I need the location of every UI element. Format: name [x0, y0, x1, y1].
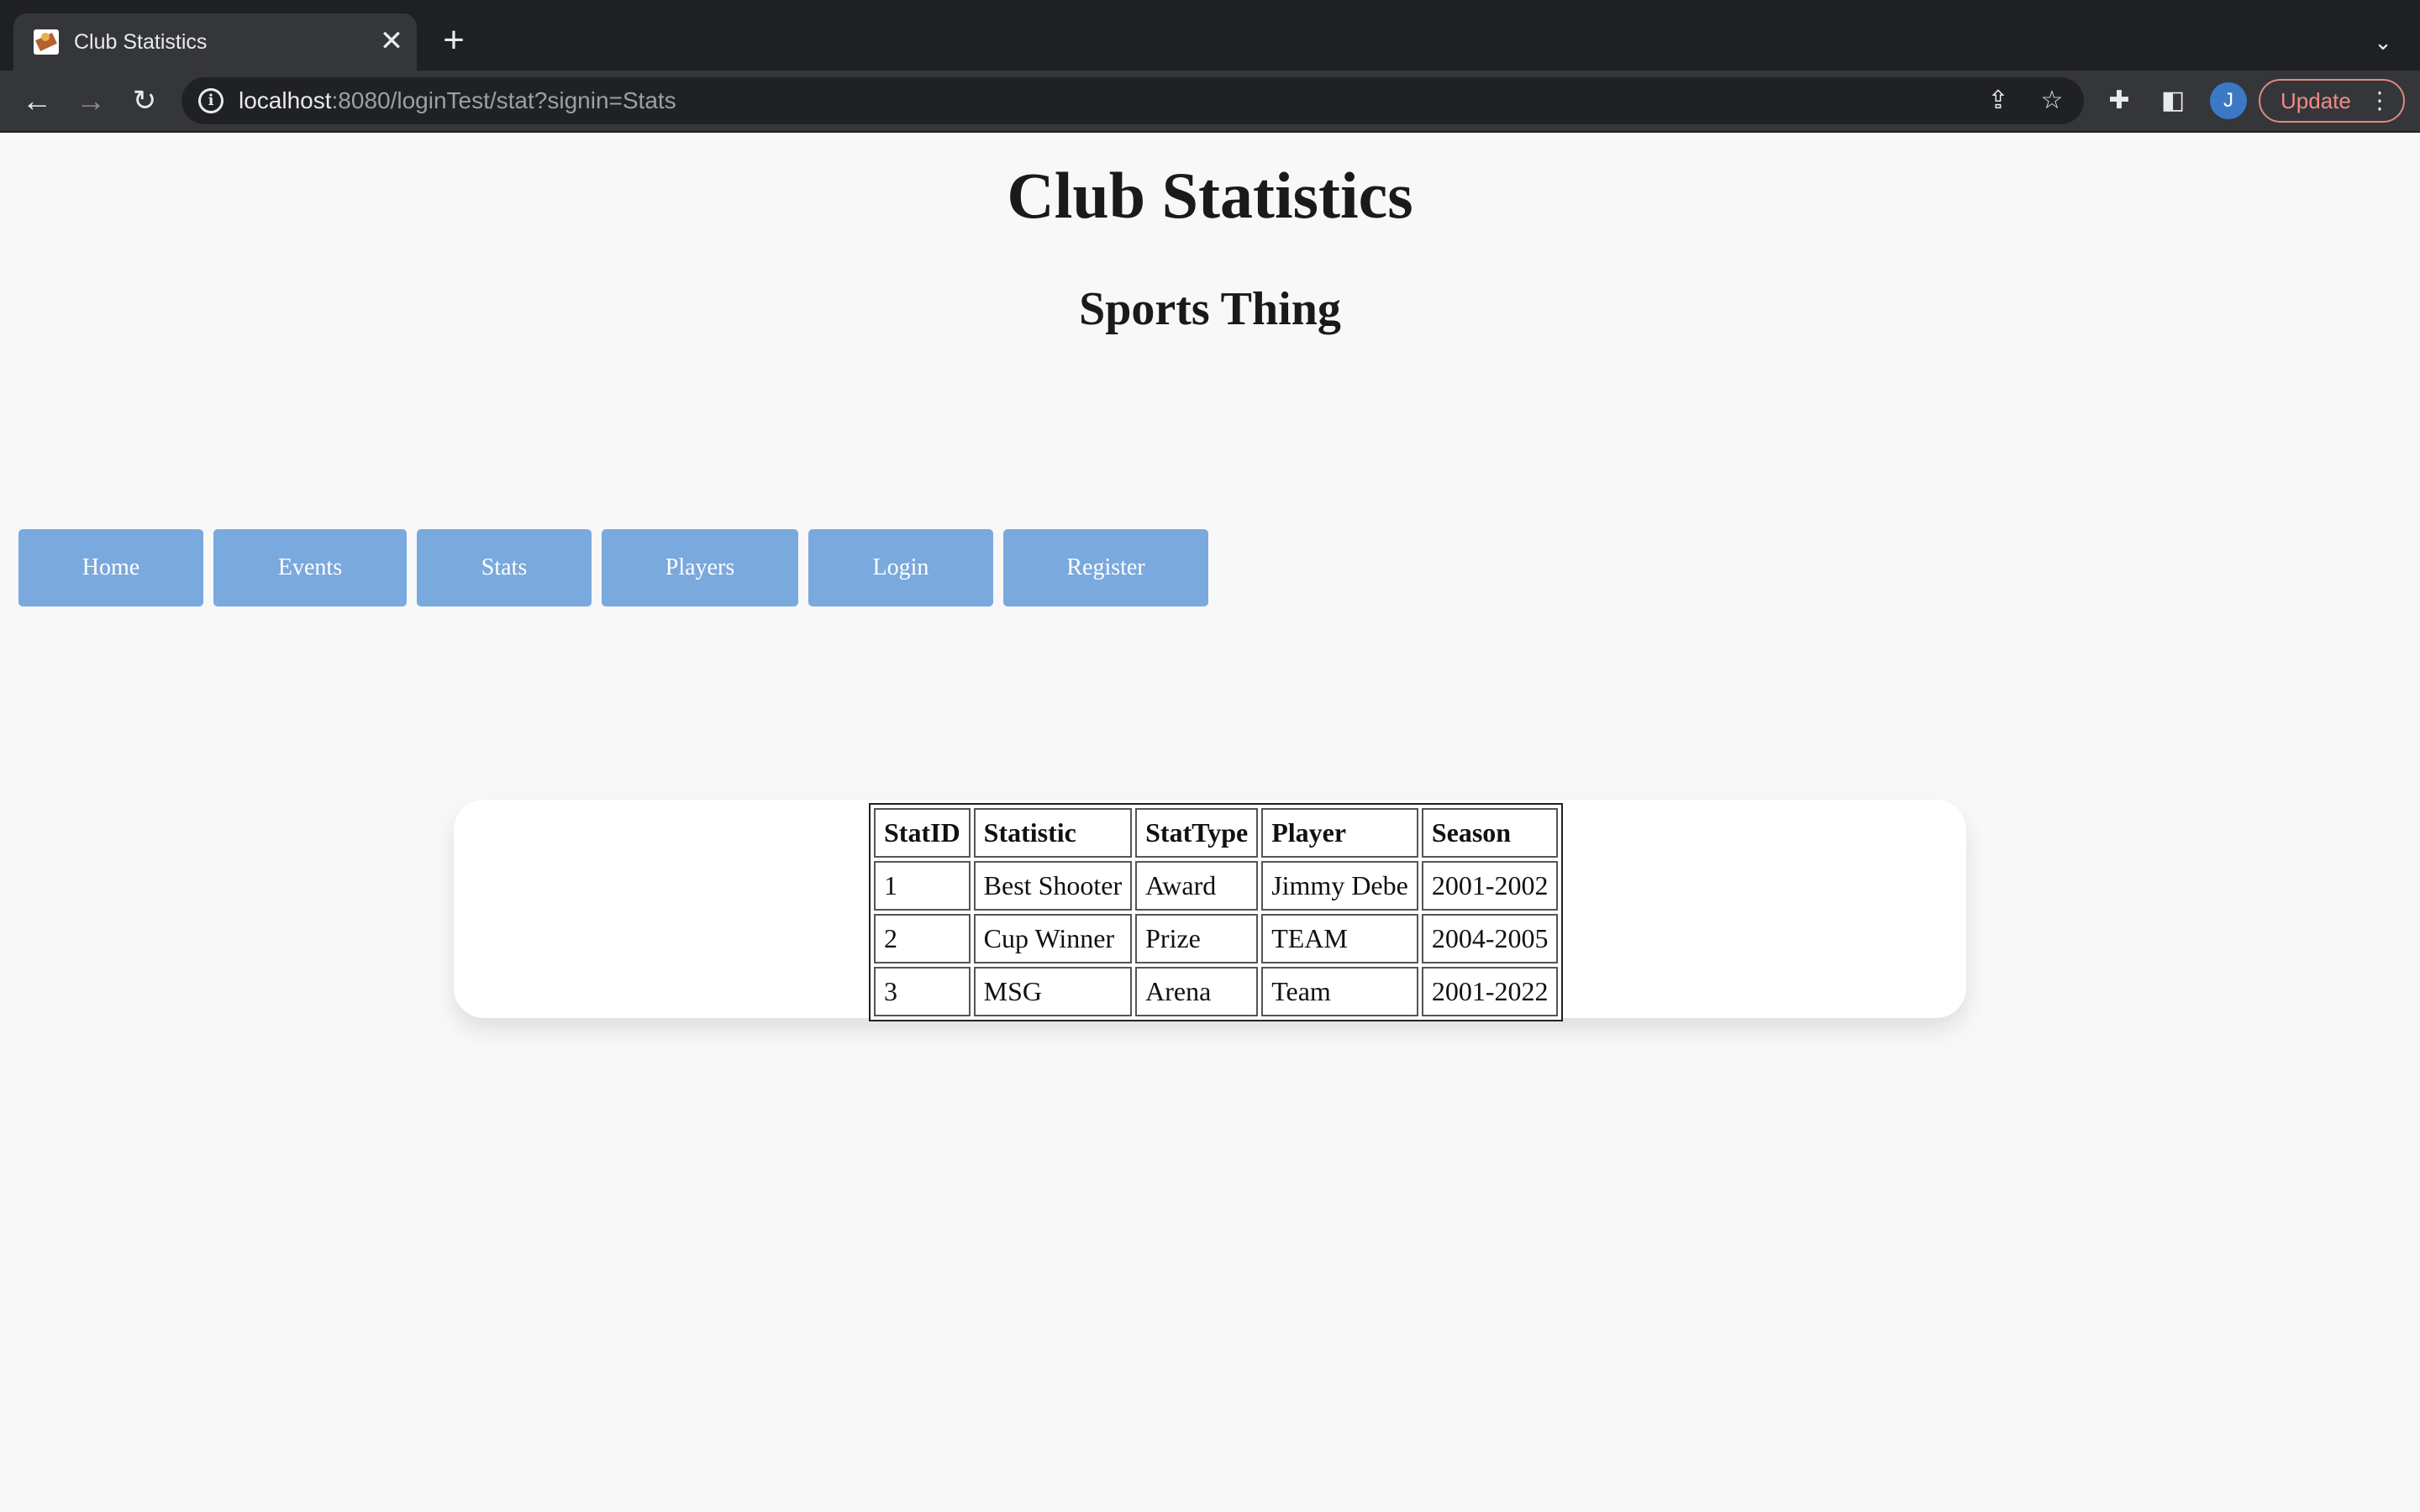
home-button[interactable]: Home: [18, 529, 203, 606]
table-cell: Award: [1135, 861, 1259, 911]
events-button[interactable]: Events: [213, 529, 407, 606]
column-header: Statistic: [973, 808, 1133, 858]
menu-kebab-icon[interactable]: ⋮: [2368, 81, 2391, 121]
page-content: Club Statistics Sports Thing Home Events…: [0, 133, 2420, 1512]
table-cell: 1: [874, 861, 971, 911]
table-cell: Best Shooter: [973, 861, 1133, 911]
bookmark-star-icon[interactable]: ☆: [2035, 84, 2069, 118]
column-header: Player: [1261, 808, 1418, 858]
column-header: StatID: [874, 808, 971, 858]
table-cell: 2001-2002: [1421, 861, 1559, 911]
tab-title: Club Statistics: [74, 30, 208, 54]
table-cell: 2004-2005: [1421, 914, 1559, 963]
column-header: StatType: [1135, 808, 1259, 858]
table-cell: Team: [1261, 967, 1418, 1016]
table-cell: 2: [874, 914, 971, 963]
login-button[interactable]: Login: [808, 529, 993, 606]
table-cell: MSG: [973, 967, 1133, 1016]
address-bar[interactable]: i localhost:8080/loginTest/stat?signin=S…: [182, 77, 2084, 124]
table-cell: TEAM: [1261, 914, 1418, 963]
tab-close-icon[interactable]: ✕: [376, 26, 407, 56]
table-row: 2 Cup Winner Prize TEAM 2004-2005: [874, 914, 1559, 963]
page-subtitle: Sports Thing: [1079, 283, 1341, 335]
table-cell: Cup Winner: [973, 914, 1133, 963]
table-row: 1 Best Shooter Award Jimmy Debe 2001-200…: [874, 861, 1559, 911]
stats-button[interactable]: Stats: [417, 529, 592, 606]
side-panel-icon[interactable]: ◧: [2154, 84, 2191, 118]
table-header-row: StatID Statistic StatType Player Season: [874, 808, 1559, 858]
update-label: Update: [2281, 88, 2351, 113]
stats-table: StatID Statistic StatType Player Season …: [869, 803, 1564, 1021]
tab-search-chevron-icon[interactable]: ⌄: [2366, 25, 2400, 59]
extensions-puzzle-icon[interactable]: ✚: [2101, 84, 2138, 118]
share-icon[interactable]: ⇪: [1981, 84, 2015, 118]
players-button[interactable]: Players: [602, 529, 798, 606]
page-title: Club Statistics: [1007, 159, 1413, 232]
browser-tab[interactable]: Club Statistics ✕: [13, 13, 417, 71]
browser-tabstrip: Club Statistics ✕ + ⌄: [0, 0, 2420, 71]
register-button[interactable]: Register: [1003, 529, 1208, 606]
site-info-icon[interactable]: i: [198, 88, 224, 113]
profile-avatar[interactable]: J: [2210, 82, 2247, 119]
reload-icon[interactable]: ↻: [126, 84, 163, 118]
browser-toolbar: ← → ↻ i localhost:8080/loginTest/stat?si…: [0, 71, 2420, 133]
forward-arrow-icon[interactable]: →: [72, 84, 109, 118]
table-cell: 2001-2022: [1421, 967, 1559, 1016]
table-cell: Jimmy Debe: [1261, 861, 1418, 911]
back-arrow-icon[interactable]: ←: [18, 84, 55, 118]
table-cell: 3: [874, 967, 971, 1016]
table-cell: Prize: [1135, 914, 1259, 963]
table-row: 3 MSG Arena Team 2001-2022: [874, 967, 1559, 1016]
new-tab-button[interactable]: +: [437, 22, 471, 59]
update-button[interactable]: Update ⋮: [2259, 79, 2405, 123]
favicon-icon: [34, 29, 59, 55]
url-text[interactable]: localhost:8080/loginTest/stat?signin=Sta…: [239, 86, 676, 116]
column-header: Season: [1421, 808, 1559, 858]
table-cell: Arena: [1135, 967, 1259, 1016]
